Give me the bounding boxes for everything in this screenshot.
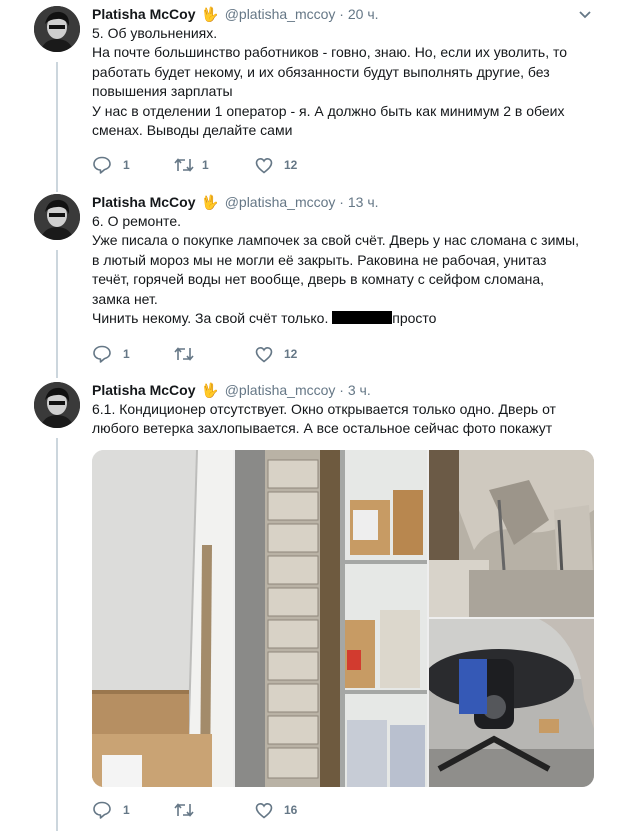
- like-button[interactable]: 12: [255, 155, 297, 175]
- photo-office-chair[interactable]: [429, 619, 594, 787]
- like-count: 12: [284, 158, 298, 172]
- author-name[interactable]: Platisha McCoy: [92, 6, 195, 22]
- speech-bubble-icon: [93, 801, 111, 819]
- separator-dot: ·: [339, 6, 344, 22]
- tweet-line-end: просто: [392, 310, 437, 327]
- photo-room-corner[interactable]: [92, 450, 233, 787]
- tweet-line-start: Чинить некому. За свой счёт только.: [92, 310, 333, 327]
- like-button[interactable]: 16: [255, 800, 297, 820]
- tweet-line: 5. Об увольнениях.: [92, 25, 218, 41]
- tweet-line: сменах. Выводы делайте сами: [92, 122, 293, 139]
- retweet-button[interactable]: [173, 344, 206, 364]
- tweet-header: Platisha McCoy 🖖 @platisha_mccoy · 3 ч.: [92, 381, 371, 399]
- photo-grid: [92, 450, 594, 787]
- tweet-line: в лютый мороз мы не могли её закрыть. Ра…: [92, 251, 547, 268]
- retweet-arrows-icon: [174, 158, 194, 172]
- tweet-line: На почте большинство работников - говно,…: [92, 44, 568, 61]
- reply-count: 1: [123, 803, 130, 817]
- retweet-count: 1: [202, 158, 209, 172]
- reply-count: 1: [123, 158, 130, 172]
- tweet-header: Platisha McCoy 🖖 @platisha_mccoy · 13 ч.: [92, 193, 379, 211]
- timestamp[interactable]: 13 ч.: [348, 194, 379, 210]
- tweet-line: течёт, горячей воды нет вообще, дверь в …: [92, 271, 545, 288]
- timestamp[interactable]: 20 ч.: [348, 6, 379, 22]
- avatar[interactable]: [34, 6, 80, 52]
- tweet-line: замка нет.: [92, 290, 158, 307]
- redaction-bar: [332, 311, 393, 325]
- tweet-line: повышения зарплаты: [92, 83, 233, 100]
- heart-icon: [255, 346, 273, 363]
- separator-dot: ·: [339, 382, 344, 398]
- author-name[interactable]: Platisha McCoy: [92, 194, 195, 210]
- tweet-line: 6. О ремонте.: [92, 213, 181, 229]
- author-handle[interactable]: @platisha_mccoy: [225, 6, 336, 22]
- retweet-arrows-icon: [174, 803, 194, 817]
- retweet-arrows-icon: [174, 347, 194, 361]
- photo-crumbling-plaster[interactable]: [429, 450, 594, 617]
- author-name[interactable]: Platisha McCoy: [92, 382, 195, 398]
- like-count: 16: [284, 803, 298, 817]
- tweet-line: Уже писала о покупке лампочек за свой сч…: [92, 232, 579, 249]
- reply-button[interactable]: 1: [92, 155, 130, 175]
- tweet-header: Platisha McCoy 🖖 @platisha_mccoy · 20 ч.: [92, 5, 379, 23]
- tweet-1[interactable]: Platisha McCoy 🖖 @platisha_mccoy · 20 ч.…: [0, 0, 622, 185]
- like-button[interactable]: 12: [255, 344, 297, 364]
- tweet-line: У нас в отделении 1 оператор - я. А долж…: [92, 102, 565, 119]
- tweet-line: 6.1. Кондиционер отсутствует. Окно откры…: [92, 401, 556, 417]
- reply-count: 1: [123, 347, 130, 361]
- tweet-line: любого ветерка захлопывается. А все оста…: [92, 420, 553, 437]
- retweet-button[interactable]: 1: [173, 155, 209, 175]
- tweet-line: Чинить некому. За свой счёт только. прос…: [92, 309, 602, 328]
- tweet-text: 6.1. Кондиционер отсутствует. Окно откры…: [92, 400, 602, 439]
- photo-damaged-wall[interactable]: [235, 450, 427, 787]
- heart-icon: [255, 157, 273, 174]
- tweet-2[interactable]: Platisha McCoy 🖖 @platisha_mccoy · 13 ч.…: [0, 192, 622, 372]
- chevron-down-icon[interactable]: [578, 8, 592, 22]
- tweet-text: 5. Об увольнениях. На почте большинство …: [92, 24, 602, 140]
- tweet-text: 6. О ремонте. Уже писала о покупке лампо…: [92, 212, 602, 328]
- vulcan-salute-emoji: 🖖: [201, 6, 219, 22]
- vulcan-salute-emoji: 🖖: [201, 194, 219, 210]
- author-handle[interactable]: @platisha_mccoy: [225, 382, 336, 398]
- like-count: 12: [284, 347, 298, 361]
- vulcan-salute-emoji: 🖖: [201, 382, 219, 398]
- retweet-button[interactable]: [173, 800, 206, 820]
- heart-icon: [255, 802, 273, 819]
- avatar[interactable]: [34, 194, 80, 240]
- separator-dot: ·: [339, 194, 344, 210]
- timestamp[interactable]: 3 ч.: [348, 382, 371, 398]
- tweet-line: работать будет некому, и их обязанности …: [92, 63, 550, 80]
- author-handle[interactable]: @platisha_mccoy: [225, 194, 336, 210]
- speech-bubble-icon: [93, 156, 111, 174]
- speech-bubble-icon: [93, 345, 111, 363]
- reply-button[interactable]: 1: [92, 800, 130, 820]
- avatar[interactable]: [34, 382, 80, 428]
- reply-button[interactable]: 1: [92, 344, 130, 364]
